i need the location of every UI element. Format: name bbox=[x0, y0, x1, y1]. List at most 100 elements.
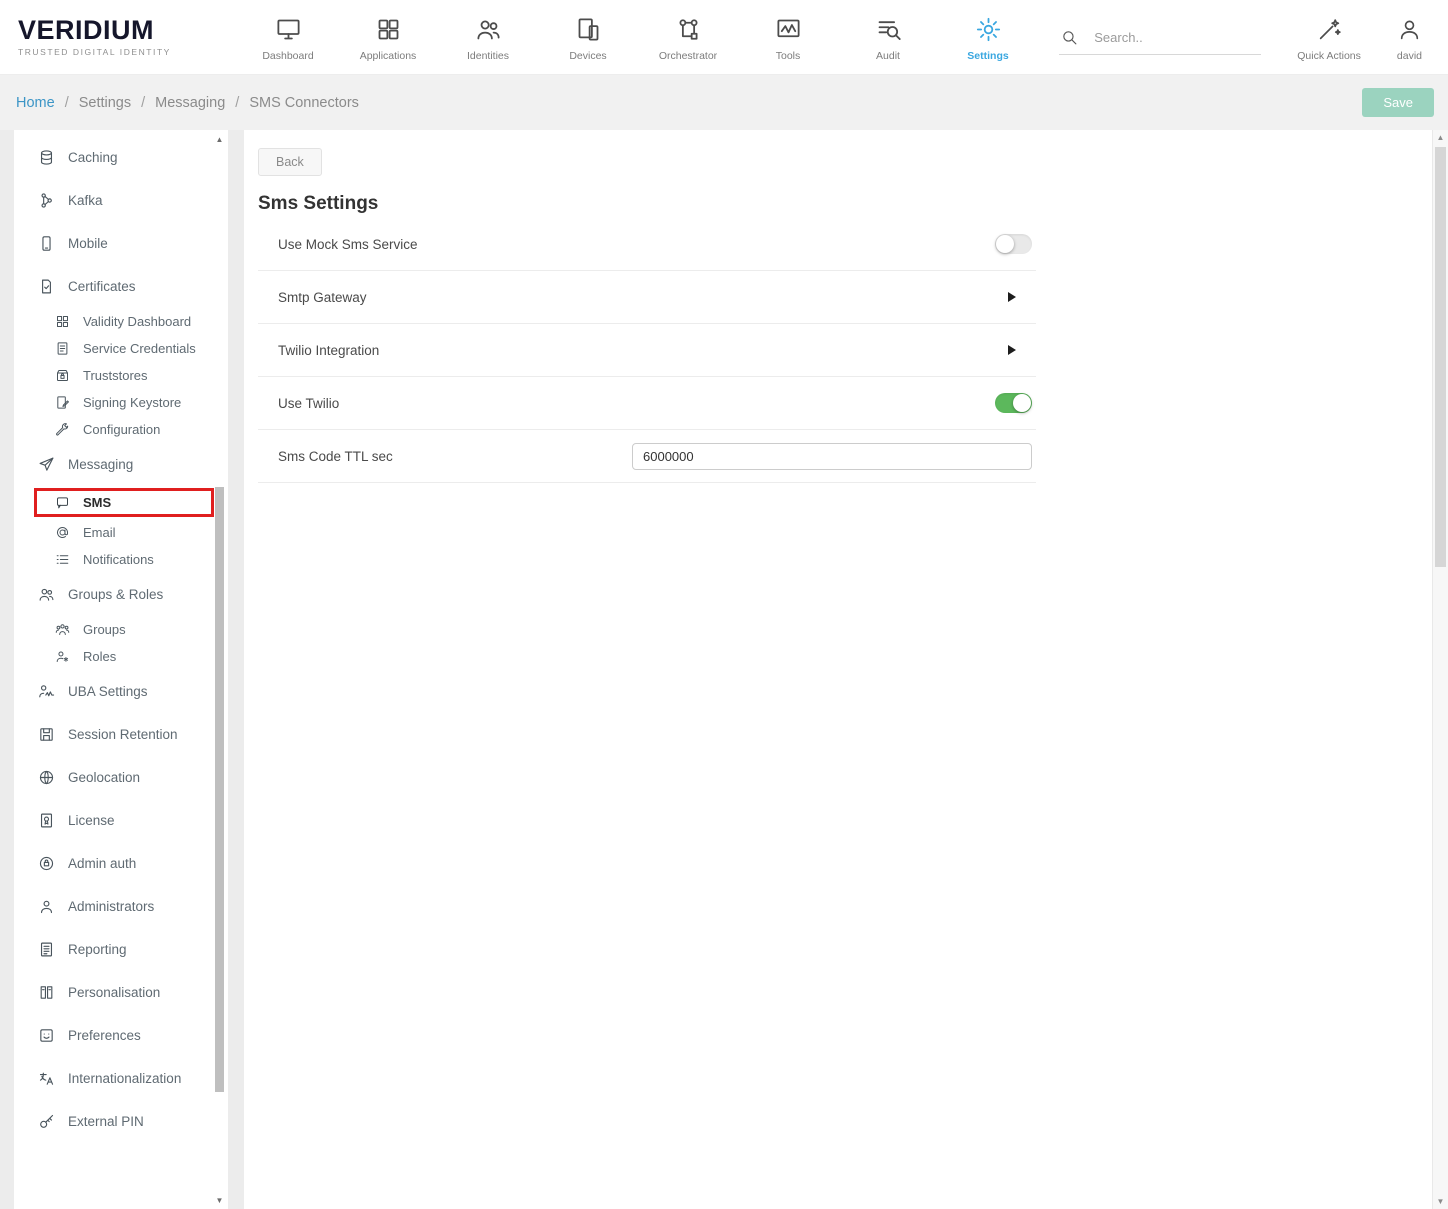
sidebar-item-label: Admin auth bbox=[68, 856, 136, 871]
save-button[interactable]: Save bbox=[1362, 88, 1434, 117]
sidebar-item-administrators[interactable]: Administrators bbox=[14, 885, 228, 928]
quick-actions-button[interactable]: Quick Actions bbox=[1297, 13, 1361, 62]
breadcrumb-home[interactable]: Home bbox=[16, 95, 55, 111]
sidebar-item-external-pin[interactable]: External PIN bbox=[14, 1100, 228, 1143]
sidebar-item-label: Signing Keystore bbox=[83, 395, 181, 410]
sidebar-item-session-retention[interactable]: Session Retention bbox=[14, 713, 228, 756]
user-menu[interactable]: david bbox=[1397, 13, 1422, 62]
smtp-gateway-expand-caret-icon[interactable] bbox=[1008, 292, 1016, 302]
email-icon bbox=[55, 525, 70, 540]
internationalization-icon bbox=[38, 1070, 55, 1087]
nav-item-devices[interactable]: Devices bbox=[538, 12, 638, 62]
sidebar-item-certificates[interactable]: Certificates bbox=[14, 265, 228, 308]
settings-row-twilio-integration[interactable]: Twilio Integration bbox=[258, 324, 1036, 377]
sidebar-item-configuration[interactable]: Configuration bbox=[14, 416, 228, 443]
page-scroll-up-icon[interactable]: ▲ bbox=[1433, 130, 1448, 145]
sidebar-item-sms[interactable]: SMS bbox=[34, 488, 214, 517]
sidebar-item-mobile[interactable]: Mobile bbox=[14, 222, 228, 265]
nav-item-tools[interactable]: Tools bbox=[738, 12, 838, 62]
settings-row-sms-code-ttl-sec: Sms Code TTL sec bbox=[258, 430, 1036, 483]
sidebar-item-groups[interactable]: Groups bbox=[14, 616, 228, 643]
sidebar-item-preferences[interactable]: Preferences bbox=[14, 1014, 228, 1057]
admin-auth-icon bbox=[38, 855, 55, 872]
user-name: david bbox=[1397, 50, 1422, 62]
sidebar-item-signing-keystore[interactable]: Signing Keystore bbox=[14, 389, 228, 416]
brand-logo[interactable]: VERIDIUM TRUSTED DIGITAL IDENTITY bbox=[18, 17, 206, 57]
settings-row-smtp-gateway[interactable]: Smtp Gateway bbox=[258, 271, 1036, 324]
nav-item-audit[interactable]: Audit bbox=[838, 12, 938, 62]
sidebar-item-label: Personalisation bbox=[68, 985, 160, 1000]
setting-control bbox=[995, 234, 1032, 254]
page-scrollbar: ▲ ▼ bbox=[1432, 130, 1448, 1209]
sidebar-item-geolocation[interactable]: Geolocation bbox=[14, 756, 228, 799]
sidebar-scroll-down-icon[interactable]: ▼ bbox=[213, 1193, 226, 1207]
page-body: Caching Kafka Mobile Certificates Validity D… bbox=[0, 130, 1448, 1209]
sidebar-item-label: Configuration bbox=[83, 422, 160, 437]
sidebar-scroll-thumb[interactable] bbox=[215, 487, 224, 1092]
nav-item-orchestrator[interactable]: Orchestrator bbox=[638, 12, 738, 62]
sidebar-item-label: Mobile bbox=[68, 236, 108, 251]
sidebar-scrollbar: ▲ ▼ bbox=[213, 132, 226, 1207]
sidebar-item-label: Geolocation bbox=[68, 770, 140, 785]
sidebar-item-internationalization[interactable]: Internationalization bbox=[14, 1057, 228, 1100]
sidebar-item-service-credentials[interactable]: Service Credentials bbox=[14, 335, 228, 362]
page-scroll-down-icon[interactable]: ▼ bbox=[1433, 1194, 1448, 1209]
nav-item-settings[interactable]: Settings bbox=[938, 12, 1038, 62]
sidebar-item-license[interactable]: License bbox=[14, 799, 228, 842]
groups-icon bbox=[55, 622, 70, 637]
devices-icon bbox=[575, 16, 602, 43]
truststores-icon bbox=[55, 368, 70, 383]
page-scroll-thumb[interactable] bbox=[1435, 147, 1446, 567]
sidebar-item-label: Email bbox=[83, 525, 116, 540]
sidebar-item-label: Validity Dashboard bbox=[83, 314, 191, 329]
twilio-integration-expand-caret-icon[interactable] bbox=[1008, 345, 1016, 355]
sidebar-item-groups-roles[interactable]: Groups & Roles bbox=[14, 573, 228, 616]
breadcrumb-messaging[interactable]: Messaging bbox=[155, 95, 225, 111]
sidebar-item-email[interactable]: Email bbox=[14, 519, 228, 546]
nav-item-identities[interactable]: Identities bbox=[438, 12, 538, 62]
sidebar-scroll-up-icon[interactable]: ▲ bbox=[213, 132, 226, 146]
sidebar-item-label: Notifications bbox=[83, 552, 154, 567]
setting-control bbox=[1008, 345, 1032, 355]
sidebar-item-label: Kafka bbox=[68, 193, 103, 208]
certificates-icon bbox=[38, 278, 55, 295]
search-input[interactable] bbox=[1092, 29, 1242, 46]
sidebar-item-kafka[interactable]: Kafka bbox=[14, 179, 228, 222]
nav-label: Dashboard bbox=[262, 50, 313, 62]
sidebar-item-messaging[interactable]: Messaging bbox=[14, 443, 228, 486]
use-mock-sms-service-toggle[interactable] bbox=[995, 234, 1032, 254]
use-twilio-toggle[interactable] bbox=[995, 393, 1032, 413]
brand-name: VERIDIUM bbox=[18, 17, 206, 44]
sidebar-item-caching[interactable]: Caching bbox=[14, 136, 228, 179]
nav-item-dashboard[interactable]: Dashboard bbox=[238, 12, 338, 62]
sidebar-item-personalisation[interactable]: Personalisation bbox=[14, 971, 228, 1014]
breadcrumb-settings[interactable]: Settings bbox=[79, 95, 131, 111]
sidebar-item-notifications[interactable]: Notifications bbox=[14, 546, 228, 573]
quick-actions-label: Quick Actions bbox=[1297, 50, 1361, 62]
sidebar-item-admin-auth[interactable]: Admin auth bbox=[14, 842, 228, 885]
search-icon bbox=[1061, 29, 1078, 46]
caching-icon bbox=[38, 149, 55, 166]
messaging-icon bbox=[38, 456, 55, 473]
tools-icon bbox=[775, 16, 802, 43]
breadcrumb-sms-connectors: SMS Connectors bbox=[249, 95, 359, 111]
sidebar-item-reporting[interactable]: Reporting bbox=[14, 928, 228, 971]
orchestrator-icon bbox=[675, 16, 702, 43]
kafka-icon bbox=[38, 192, 55, 209]
sidebar-item-uba-settings[interactable]: UBA Settings bbox=[14, 670, 228, 713]
nav-label: Identities bbox=[467, 50, 509, 62]
sms-code-ttl-sec-input[interactable] bbox=[632, 443, 1032, 470]
sidebar-item-label: Truststores bbox=[83, 368, 148, 383]
breadcrumb: Home/Settings/Messaging/SMS Connectors bbox=[16, 95, 359, 111]
sidebar-item-validity-dashboard[interactable]: Validity Dashboard bbox=[14, 308, 228, 335]
sidebar-item-truststores[interactable]: Truststores bbox=[14, 362, 228, 389]
sidebar-item-roles[interactable]: Roles bbox=[14, 643, 228, 670]
sidebar-item-label: Session Retention bbox=[68, 727, 178, 742]
setting-control bbox=[1008, 292, 1032, 302]
notifications-icon bbox=[55, 552, 70, 567]
nav-item-applications[interactable]: Applications bbox=[338, 12, 438, 62]
service-credentials-icon bbox=[55, 341, 70, 356]
sidebar-item-label: Groups bbox=[83, 622, 126, 637]
sms-icon bbox=[55, 495, 70, 510]
back-button[interactable]: Back bbox=[258, 148, 322, 176]
